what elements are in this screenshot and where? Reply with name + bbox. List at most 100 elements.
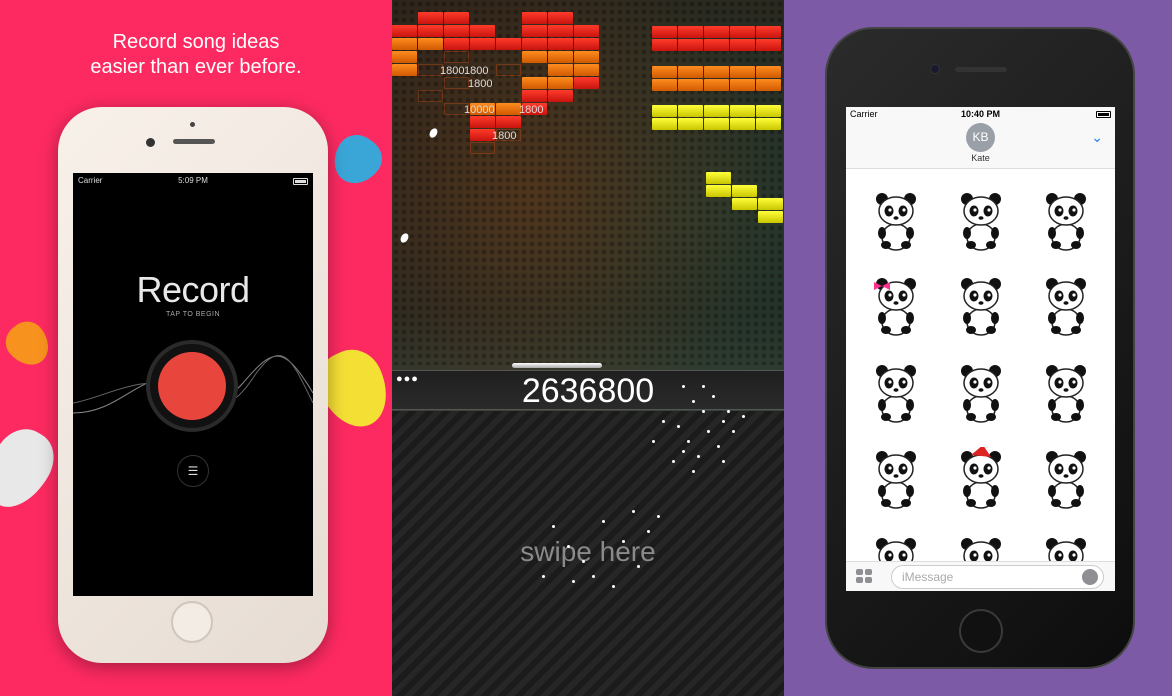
brick — [756, 79, 781, 91]
panda-icon — [961, 445, 1001, 509]
brick — [496, 38, 521, 50]
brick — [574, 64, 599, 76]
brick — [756, 105, 781, 117]
brick — [756, 118, 781, 130]
swipe-area[interactable]: swipe here — [392, 411, 784, 696]
panda-icon — [961, 365, 1001, 423]
brick — [756, 39, 781, 51]
contact-name[interactable]: Kate — [846, 153, 1115, 163]
panda-sticker-5[interactable] — [951, 274, 1011, 338]
particle — [707, 430, 710, 433]
brick — [496, 64, 521, 76]
microphone-icon[interactable] — [1082, 569, 1098, 585]
brick — [522, 77, 547, 89]
score-popup: 1800 — [468, 78, 493, 90]
brick — [730, 66, 755, 78]
brick — [704, 105, 729, 117]
record-app-panel: Record song ideas easier than ever befor… — [0, 0, 392, 696]
home-button[interactable] — [171, 601, 213, 643]
panda-sticker-11[interactable] — [951, 445, 1011, 511]
earpiece-speaker — [955, 67, 1007, 72]
app-drawer-icon[interactable] — [856, 569, 874, 585]
particle — [722, 420, 725, 423]
particle — [702, 385, 705, 388]
messages-screen: Carrier 10:40 PM KB Kate ⌄ iMessage — [846, 107, 1115, 591]
paddle[interactable] — [512, 363, 602, 368]
panda-icon — [1046, 193, 1086, 251]
brick — [678, 79, 703, 91]
imessage-input[interactable]: iMessage — [891, 565, 1104, 589]
panda-sticker-10[interactable] — [866, 447, 926, 511]
panda-sticker-4[interactable] — [866, 274, 926, 338]
particle — [732, 430, 735, 433]
brick — [418, 25, 443, 37]
particle — [567, 545, 570, 548]
particle — [662, 420, 665, 423]
status-bar: Carrier 10:40 PM — [850, 109, 1111, 121]
brick — [706, 172, 731, 184]
brick — [678, 66, 703, 78]
imessage-placeholder: iMessage — [902, 570, 954, 584]
contact-avatar[interactable]: KB — [966, 123, 995, 152]
particle — [702, 410, 705, 413]
brick — [678, 39, 703, 51]
panda-sticker-12[interactable] — [1036, 447, 1096, 511]
score-popup: 10000 — [464, 104, 495, 116]
panda-icon — [1046, 365, 1086, 423]
breakout-game-panel: 1800 1800 1800 10000 1800 1800 ●●● 26368… — [392, 0, 784, 696]
panda-icon — [961, 278, 1001, 336]
particle — [622, 540, 625, 543]
status-bar: Carrier 5:09 PM — [78, 176, 308, 188]
headline: Record song ideas easier than ever befor… — [0, 30, 392, 80]
sticker-grid — [846, 179, 1115, 591]
particle — [692, 470, 695, 473]
brick — [704, 39, 729, 51]
brick — [574, 25, 599, 37]
conversation-header: Carrier 10:40 PM KB Kate ⌄ — [846, 107, 1115, 169]
brick — [444, 51, 469, 63]
brick — [678, 105, 703, 117]
brick — [548, 64, 573, 76]
swipe-label: swipe here — [520, 536, 656, 567]
brick — [758, 211, 783, 223]
brick — [548, 77, 573, 89]
score-popup: 1800 — [492, 130, 517, 142]
brick — [574, 38, 599, 50]
panda-icon — [1046, 451, 1086, 509]
panda-sticker-9[interactable] — [1036, 361, 1096, 425]
chevron-down-icon[interactable]: ⌄ — [1091, 129, 1103, 146]
record-button[interactable] — [158, 352, 226, 420]
brick — [522, 38, 547, 50]
panda-sticker-2[interactable] — [951, 189, 1011, 253]
panda-sticker-6[interactable] — [1036, 274, 1096, 338]
recordings-list-button[interactable]: ☰ — [177, 455, 209, 487]
brick — [652, 39, 677, 51]
brick — [652, 79, 677, 91]
brick — [704, 118, 729, 130]
brick — [756, 26, 781, 38]
record-subtitle: TAP TO BEGIN — [165, 311, 221, 318]
particle — [742, 415, 745, 418]
record-screen: Carrier 5:09 PM Record TAP TO BEGIN ☰ — [73, 173, 313, 596]
brick — [522, 90, 547, 102]
brick — [652, 26, 677, 38]
panda-sticker-8[interactable] — [951, 361, 1011, 425]
message-compose-bar: iMessage — [846, 561, 1115, 591]
panda-sticker-3[interactable] — [1036, 189, 1096, 253]
brick — [706, 185, 731, 197]
score-popup: 1800 — [440, 65, 465, 77]
brick — [548, 90, 573, 102]
panda-sticker-1[interactable] — [866, 189, 926, 253]
home-button[interactable] — [959, 609, 1003, 653]
panda-sticker-7[interactable] — [866, 361, 926, 425]
record-button-ring[interactable] — [146, 340, 238, 432]
brick — [444, 77, 469, 89]
particle — [692, 400, 695, 403]
particle — [722, 460, 725, 463]
particle — [637, 565, 640, 568]
brick — [652, 105, 677, 117]
brick — [574, 77, 599, 89]
brick — [470, 25, 495, 37]
status-time: 5:09 PM — [178, 176, 208, 185]
brick — [522, 12, 547, 24]
